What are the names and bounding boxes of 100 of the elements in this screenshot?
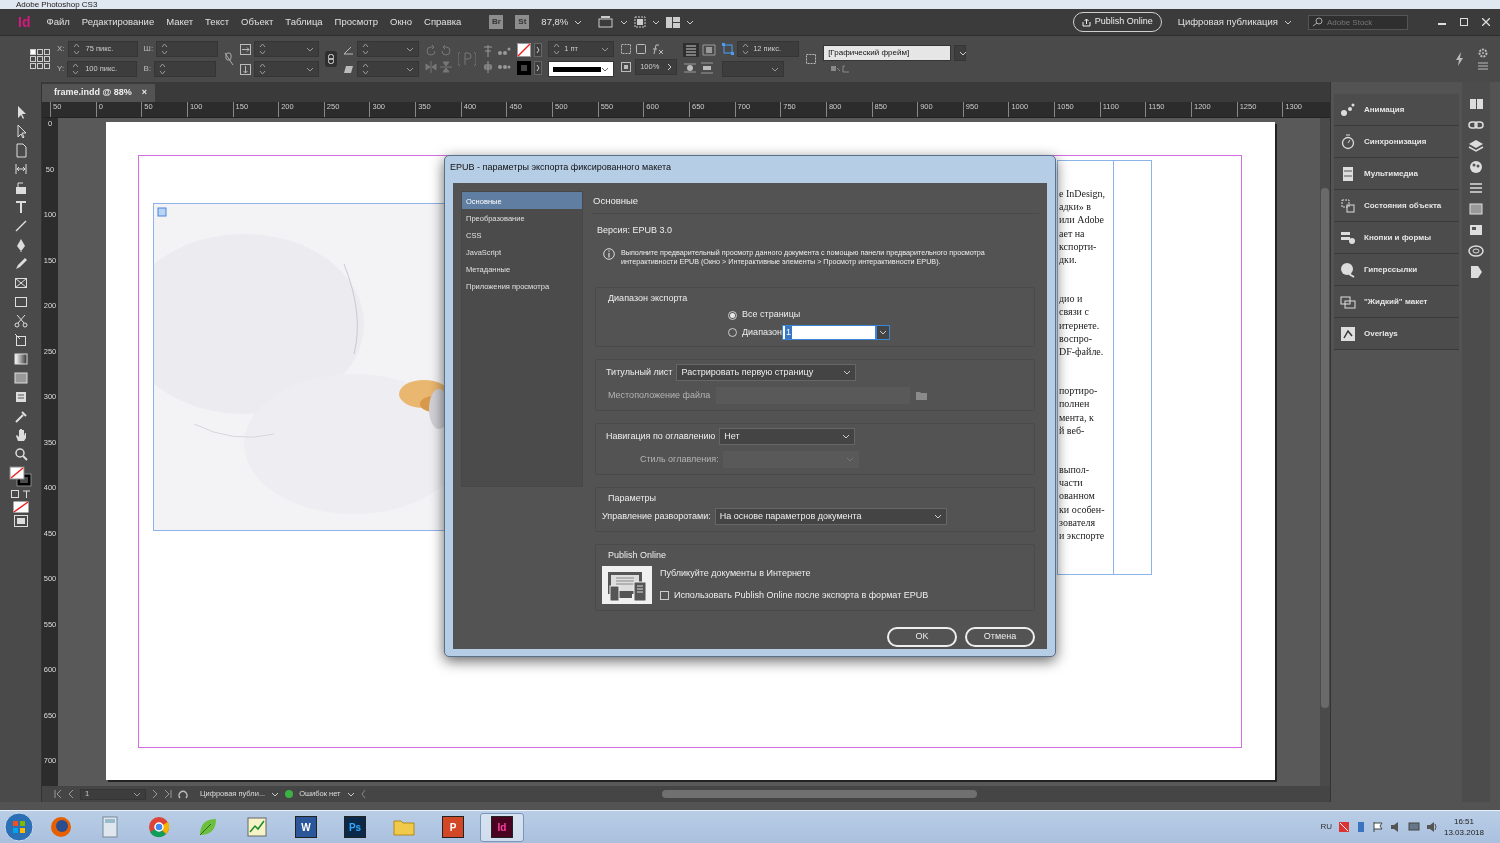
maximize-icon[interactable] bbox=[1460, 18, 1468, 26]
fill-swatch-icon[interactable] bbox=[517, 43, 532, 57]
panel-item[interactable]: Состояния объекта bbox=[1334, 190, 1459, 222]
scale-x-icon[interactable] bbox=[240, 43, 252, 55]
spinner-icon[interactable] bbox=[72, 43, 80, 55]
start-button[interactable] bbox=[4, 812, 34, 842]
layout-icon[interactable] bbox=[666, 16, 681, 28]
caret-icon[interactable] bbox=[406, 66, 415, 72]
menu-item[interactable]: Просмотр bbox=[328, 14, 384, 30]
scrollbar-thumb[interactable] bbox=[661, 790, 977, 798]
panel-item[interactable]: Мультимедиа bbox=[1334, 158, 1459, 190]
object-style-field[interactable]: [Графический фрейм] bbox=[823, 45, 952, 61]
previous-page-icon[interactable] bbox=[68, 790, 74, 798]
scrollbar-thumb[interactable] bbox=[1321, 188, 1329, 708]
panel-item[interactable]: "Жидкий" макет bbox=[1334, 286, 1459, 318]
clock-time[interactable]: 16:51 bbox=[1443, 816, 1484, 827]
chevron-right-icon[interactable] bbox=[534, 61, 543, 75]
language-indicator[interactable]: RU bbox=[1320, 821, 1332, 833]
next-page-icon[interactable] bbox=[152, 790, 158, 798]
align-center-icon[interactable] bbox=[482, 61, 495, 73]
spinner-icon[interactable] bbox=[362, 63, 370, 75]
cc-libraries-icon[interactable] bbox=[1468, 264, 1484, 280]
preflight-icon[interactable] bbox=[178, 789, 188, 799]
panel-item[interactable]: Анимация bbox=[1334, 94, 1459, 126]
no-wrap-icon[interactable] bbox=[683, 43, 700, 57]
scale-y-icon[interactable] bbox=[240, 63, 252, 75]
caret-icon[interactable] bbox=[406, 46, 415, 52]
spinner-icon[interactable] bbox=[161, 43, 169, 55]
scroll-left-icon[interactable] bbox=[360, 790, 366, 798]
taskbar-app[interactable]: W bbox=[284, 812, 328, 842]
cover-dropdown[interactable]: Растрировать первую страницу bbox=[676, 363, 857, 381]
menu-item[interactable]: Редактирование bbox=[75, 14, 161, 30]
input-field[interactable] bbox=[154, 61, 217, 77]
stroke-swatch-icon[interactable] bbox=[517, 61, 532, 75]
toc-dropdown[interactable]: Нет bbox=[719, 427, 856, 445]
pencil-icon[interactable] bbox=[13, 257, 28, 272]
library-icon[interactable] bbox=[1468, 222, 1484, 238]
eyedropper-icon[interactable] bbox=[13, 409, 28, 424]
content-collector-icon[interactable] bbox=[13, 181, 28, 196]
spinner-icon[interactable] bbox=[553, 43, 561, 55]
wrap-bounding-icon[interactable] bbox=[702, 43, 717, 57]
taskbar-app[interactable]: Id bbox=[480, 812, 524, 842]
caret-icon[interactable] bbox=[601, 46, 610, 52]
taskbar-app[interactable]: Ps bbox=[333, 812, 377, 842]
speaker-icon[interactable] bbox=[1425, 821, 1438, 833]
menu-item[interactable]: Текст bbox=[199, 14, 235, 30]
spinner-icon[interactable] bbox=[259, 63, 267, 75]
panel-item[interactable]: Кнопки и формы bbox=[1334, 222, 1459, 254]
wrap-jump-icon[interactable] bbox=[700, 61, 715, 75]
layers-icon[interactable] bbox=[1468, 138, 1484, 154]
close-button[interactable]: × bbox=[141, 86, 148, 100]
zoom-level[interactable]: 87,8% bbox=[535, 14, 575, 30]
input-field[interactable] bbox=[254, 41, 320, 57]
chevron-right-icon[interactable] bbox=[534, 43, 543, 57]
document-tab[interactable]: frame.indd @ 88% × bbox=[42, 84, 156, 102]
gradient-swatch-icon[interactable] bbox=[13, 352, 28, 367]
reference-point-icon[interactable] bbox=[30, 48, 51, 70]
frame-icon[interactable] bbox=[635, 43, 648, 55]
corner-icon[interactable] bbox=[620, 43, 633, 55]
first-page-icon[interactable] bbox=[54, 790, 62, 798]
object-style-icon[interactable] bbox=[805, 53, 818, 65]
stock-button[interactable]: St bbox=[515, 15, 530, 29]
spinner-icon[interactable] bbox=[362, 43, 370, 55]
last-page-icon[interactable] bbox=[164, 790, 172, 798]
spread-control-dropdown[interactable]: На основе параметров документа bbox=[714, 508, 947, 526]
search-field[interactable]: Adobe Stock bbox=[1308, 15, 1408, 30]
network-icon[interactable] bbox=[1355, 821, 1366, 833]
range-field[interactable]: 1 bbox=[781, 324, 876, 340]
cancel-button[interactable]: Отмена bbox=[965, 626, 1035, 647]
bridge-button[interactable]: Br bbox=[489, 15, 504, 29]
apply-none-icon[interactable] bbox=[12, 501, 29, 513]
stroke-type-dropdown[interactable] bbox=[548, 61, 615, 77]
caret-icon[interactable] bbox=[306, 66, 315, 72]
panel-item[interactable]: Overlays bbox=[1334, 318, 1459, 350]
gradient-feather-icon[interactable] bbox=[13, 371, 28, 386]
menu-item[interactable]: Макет bbox=[160, 14, 200, 30]
shear-icon[interactable] bbox=[343, 63, 355, 75]
creative-cloud-icon[interactable] bbox=[1468, 243, 1484, 259]
zoom-icon[interactable] bbox=[13, 447, 28, 462]
screen-mode-icon[interactable] bbox=[598, 16, 615, 28]
input-field[interactable] bbox=[357, 61, 420, 77]
menu-item[interactable]: Справка bbox=[418, 14, 468, 30]
display-icon[interactable] bbox=[1407, 821, 1420, 833]
taskbar-app[interactable]: P bbox=[431, 812, 475, 842]
radio-option[interactable]: Диапазон bbox=[728, 325, 782, 339]
close-icon[interactable] bbox=[1482, 18, 1490, 26]
gap-tool-icon[interactable] bbox=[13, 162, 28, 177]
stroke-icon[interactable] bbox=[1468, 180, 1484, 196]
input-field[interactable] bbox=[357, 41, 420, 57]
formatting-mode-icon[interactable] bbox=[9, 489, 32, 499]
effects-icon[interactable] bbox=[650, 43, 665, 55]
fill-stroke-icon[interactable] bbox=[7, 465, 34, 487]
lightning-icon[interactable] bbox=[1455, 52, 1464, 66]
input-field[interactable] bbox=[156, 41, 219, 57]
transform-icon[interactable] bbox=[13, 333, 28, 348]
spinner-icon[interactable] bbox=[259, 43, 267, 55]
align-top-icon[interactable] bbox=[482, 45, 495, 57]
input-field[interactable] bbox=[254, 61, 320, 77]
menu-item[interactable]: Таблица bbox=[279, 14, 329, 30]
caret-icon[interactable] bbox=[133, 791, 141, 797]
